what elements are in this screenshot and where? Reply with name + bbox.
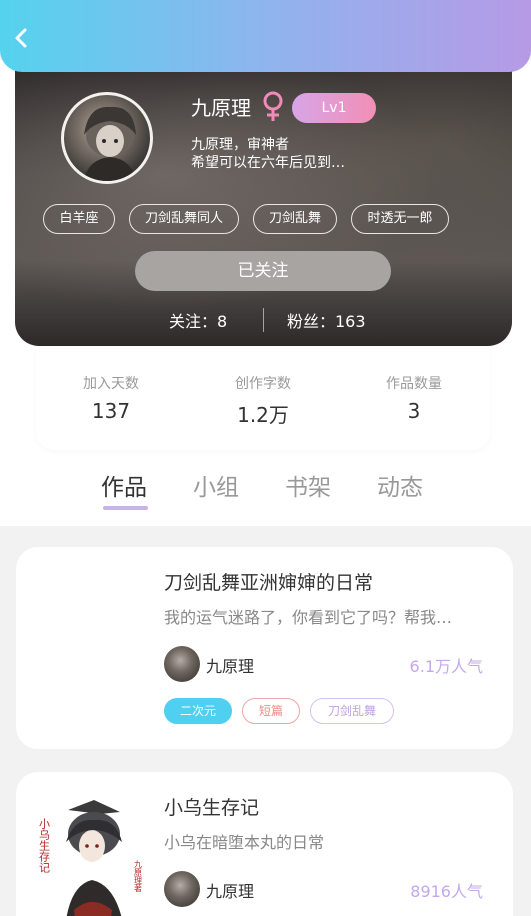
profile-tag[interactable]: 刀剑乱舞同人 (129, 204, 239, 234)
chevron-left-icon (15, 28, 27, 48)
back-button[interactable] (10, 26, 34, 50)
tab-bar: 作品 小组 书架 动态 (0, 462, 531, 518)
tab-works[interactable]: 作品 (101, 468, 147, 502)
metric-value: 137 (91, 399, 131, 423)
metric-join-days: 加入天数 137 (41, 373, 181, 423)
work-description: 小乌在暗堕本丸的日常 (164, 833, 325, 852)
profile-card: 九原理 Lv1 九原理，审神者 希望可以在六年后见到… 白羊座 刀剑乱舞同人 刀… (15, 60, 512, 346)
work-popularity: 6.1万人气 (409, 657, 483, 676)
profile-bio: 九原理，审神者 希望可以在六年后见到… (191, 136, 441, 172)
active-tab-indicator (103, 506, 148, 510)
work-popularity: 8916人气 (410, 882, 483, 901)
metric-label: 创作字数 (235, 376, 291, 392)
work-tag[interactable]: 短篇 (242, 698, 300, 724)
work-title[interactable]: 小乌生存记 (164, 793, 259, 820)
metric-value: 3 (407, 399, 421, 423)
work-card[interactable]: 刀剑乱舞亚洲婶婶的日常 我的运气迷路了，你看到它了吗？帮我… 九原理 6.1万人… (16, 547, 513, 749)
following-count[interactable]: 关注：8 (169, 308, 227, 332)
metric-work-count: 作品数量 3 (344, 373, 484, 423)
top-bar (0, 0, 531, 72)
divider (263, 308, 264, 332)
profile-tag[interactable]: 刀剑乱舞 (253, 204, 337, 234)
metrics-card: 加入天数 137 创作字数 1.2万 作品数量 3 (36, 340, 490, 450)
work-tags: 二次元 短篇 刀剑乱舞 (164, 698, 494, 724)
cover-text-left: 小乌生存记 (38, 818, 51, 873)
work-tag[interactable]: 刀剑乱舞 (310, 698, 394, 724)
author-avatar[interactable] (164, 646, 200, 682)
cover-text-right: 九原理著 (134, 860, 143, 893)
bio-line: 九原理，审神者 (191, 137, 289, 153)
author-name[interactable]: 九原理 (206, 878, 254, 902)
work-tag[interactable]: 二次元 (164, 698, 232, 724)
level-badge: Lv1 (292, 93, 376, 123)
work-description: 我的运气迷路了，你看到它了吗？帮我… (164, 608, 453, 627)
metric-word-count: 创作字数 1.2万 (193, 373, 333, 428)
follow-stats: 关注：8 粉丝：163 (15, 308, 512, 332)
author-avatar[interactable] (164, 871, 200, 907)
avatar-art (83, 106, 137, 181)
metric-value: 1.2万 (237, 403, 289, 427)
profile-tags: 白羊座 刀剑乱舞同人 刀剑乱舞 时透无一郎 (43, 204, 503, 234)
profile-tag[interactable]: 时透无一郎 (351, 204, 449, 234)
author-name[interactable]: 九原理 (206, 653, 254, 677)
follow-button[interactable]: 已关注 (135, 251, 391, 291)
fans-count[interactable]: 粉丝：163 (287, 308, 366, 332)
bio-line: 希望可以在六年后见到… (191, 155, 345, 171)
work-cover[interactable]: 小乌生存记 九原理著 (34, 790, 150, 916)
metric-label: 作品数量 (386, 376, 442, 392)
tab-groups[interactable]: 小组 (193, 468, 239, 502)
work-card[interactable]: 小乌生存记 九原理著 小乌生存记 小乌在暗堕本丸的日常 九原理 8916人气 (16, 772, 513, 916)
cover-illustration: 小乌生存记 九原理著 (38, 800, 143, 916)
profile-avatar[interactable] (61, 92, 153, 184)
tab-activity[interactable]: 动态 (377, 468, 423, 502)
work-title[interactable]: 刀剑乱舞亚洲婶婶的日常 (164, 568, 373, 595)
profile-tag[interactable]: 白羊座 (43, 204, 115, 234)
tab-bookshelf[interactable]: 书架 (285, 468, 331, 502)
profile-name: 九原理 (191, 96, 251, 120)
female-icon (261, 90, 285, 122)
metric-label: 加入天数 (83, 376, 139, 392)
